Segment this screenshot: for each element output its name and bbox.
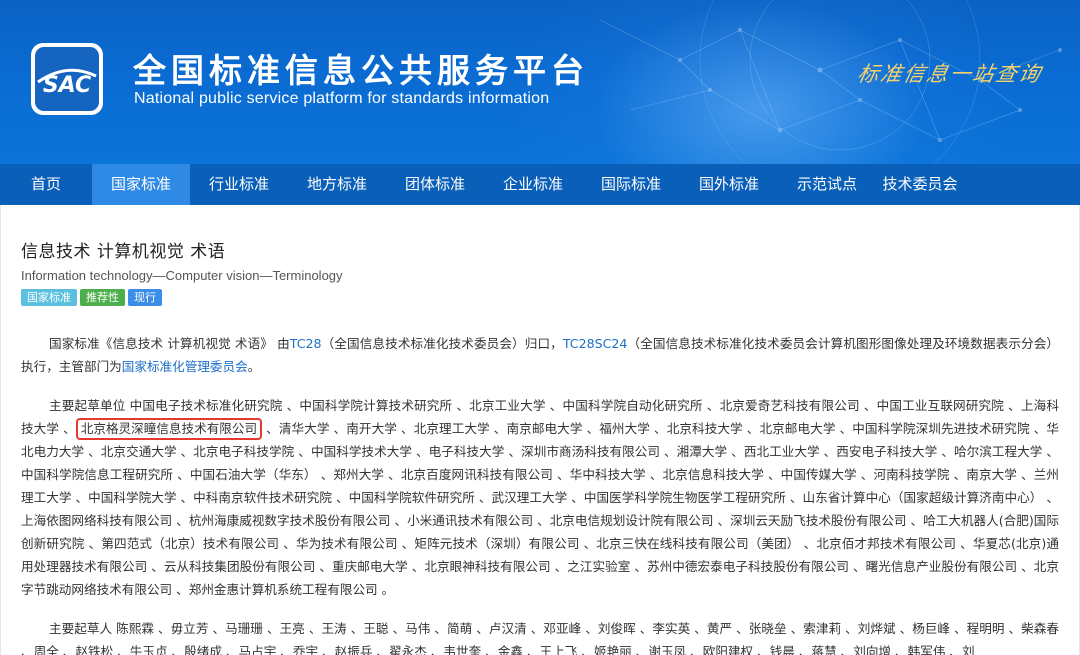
svg-text:SAC: SAC [43,73,91,98]
nav-item-pilot[interactable]: 示范试点 [778,164,876,205]
nav-item-enterprise-standards[interactable]: 企业标准 [484,164,582,205]
nav-item-industry-standards[interactable]: 行业标准 [190,164,288,205]
desc-text: 国家标准《信息技术 计算机视觉 术语》 由 [49,336,290,351]
nav-item-technical-committee[interactable]: 技术委员会 [876,164,964,205]
drafting-units-label: 主要起草单位 [49,398,130,413]
sac-logo[interactable]: SAC [30,42,104,116]
nav-item-local-standards[interactable]: 地方标准 [288,164,386,205]
standard-title-english: Information technology—Computer vision—T… [21,268,343,283]
nav-item-foreign-standards[interactable]: 国外标准 [680,164,778,205]
drafting-units-list: 、清华大学 、南开大学 、北京理工大学 、南京邮电大学 、福州大学 、北京科技大… [21,421,1059,597]
standard-title: 信息技术 计算机视觉 术语 [21,242,226,262]
main-nav: 首页 国家标准 行业标准 地方标准 团体标准 企业标准 国际标准 国外标准 示范… [0,164,1080,205]
standard-tags: 国家标准 推荐性 现行 [21,289,1059,306]
desc-text: （全国信息技术标准化技术委员会）归口， [321,336,563,351]
department-link[interactable]: 国家标准化管理委员会 [122,359,248,374]
sac-logo-icon: SAC [31,43,103,115]
drafting-units: 主要起草单位 中国电子技术标准化研究院 、中国科学院计算技术研究所 、北京工业大… [21,394,1059,601]
tag-current: 现行 [128,289,162,306]
drafters: 主要起草人 陈熙霖 、毋立芳 、马珊珊 、王亮 、王涛 、王聪 、马伟 、简萌 … [21,617,1059,655]
site-title-english: National public service platform for sta… [134,90,550,107]
drafters-list: 陈熙霖 、毋立芳 、马珊珊 、王亮 、王涛 、王聪 、马伟 、简萌 、卢汉清 、… [21,621,1059,655]
nav-item-national-standards[interactable]: 国家标准 [92,164,190,205]
tc28sc24-link[interactable]: TC28SC24 [563,336,628,351]
desc-text: 。 [247,359,261,374]
header-banner: SAC 全国标准信息公共服务平台 National public service… [0,0,1080,164]
site-title: 全国标准信息公共服务平台 [133,51,589,90]
slogan: 标准信息一站查询 [855,62,1045,86]
standard-description: 国家标准《信息技术 计算机视觉 术语》 由TC28（全国信息技术标准化技术委员会… [21,332,1059,378]
highlighted-unit: 北京格灵深瞳信息技术有限公司 [75,418,263,440]
nav-item-international-standards[interactable]: 国际标准 [582,164,680,205]
standard-detail: 信息技术 计算机视觉 术语 Information technology—Com… [0,205,1080,655]
tag-national-standard: 国家标准 [21,289,77,306]
drafters-label: 主要起草人 [49,621,117,636]
nav-item-home[interactable]: 首页 [0,164,92,205]
tag-recommended: 推荐性 [80,289,125,306]
tc28-link[interactable]: TC28 [290,336,322,351]
nav-item-group-standards[interactable]: 团体标准 [386,164,484,205]
